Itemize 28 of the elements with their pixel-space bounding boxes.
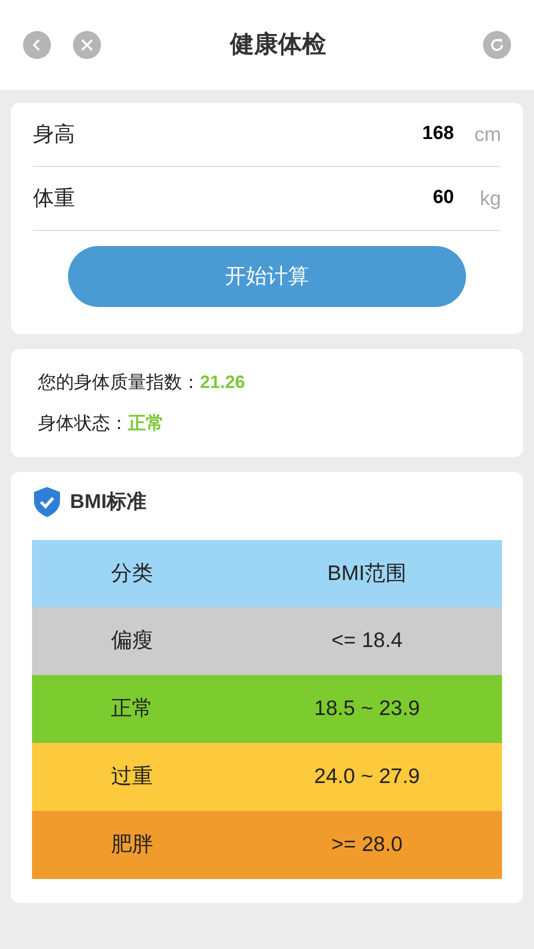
input-field[interactable]: 60 xyxy=(432,184,454,213)
page-title: 健康体检 xyxy=(230,30,326,60)
result-value: 21.26 xyxy=(200,371,246,394)
refresh-icon xyxy=(489,37,505,53)
shield-check-icon xyxy=(32,486,62,518)
table-cell-text: <= 18.4 xyxy=(330,628,404,654)
unit-label: cm xyxy=(473,122,501,148)
column-header: 分类 xyxy=(110,560,154,587)
table-cell-text: 肥胖 xyxy=(110,832,154,858)
table-cell-text: 过重 xyxy=(110,764,154,790)
refresh-button[interactable] xyxy=(483,31,511,59)
table-cell-text: 18.5 ~ 23.9 xyxy=(313,696,421,722)
close-button[interactable] xyxy=(73,31,101,59)
back-button[interactable] xyxy=(23,31,51,59)
table-cell-text: >= 28.0 xyxy=(330,832,404,858)
field-label: 身高 xyxy=(33,122,76,148)
table-cell-text: 正常 xyxy=(110,696,154,722)
column-header: BMI范围 xyxy=(326,560,408,587)
result-label: 您的身体质量指数： xyxy=(38,371,200,394)
section-title: BMI标准 xyxy=(70,490,147,515)
result-label: 身体状态： xyxy=(38,412,128,435)
field-label: 体重 xyxy=(33,186,76,212)
result-value: 正常 xyxy=(128,412,164,435)
table-cell-text: 偏瘦 xyxy=(110,628,154,654)
unit-label: kg xyxy=(478,186,501,212)
input-field[interactable]: 168 xyxy=(422,120,454,149)
table-cell-text: 24.0 ~ 27.9 xyxy=(313,764,421,790)
close-icon xyxy=(80,38,94,52)
